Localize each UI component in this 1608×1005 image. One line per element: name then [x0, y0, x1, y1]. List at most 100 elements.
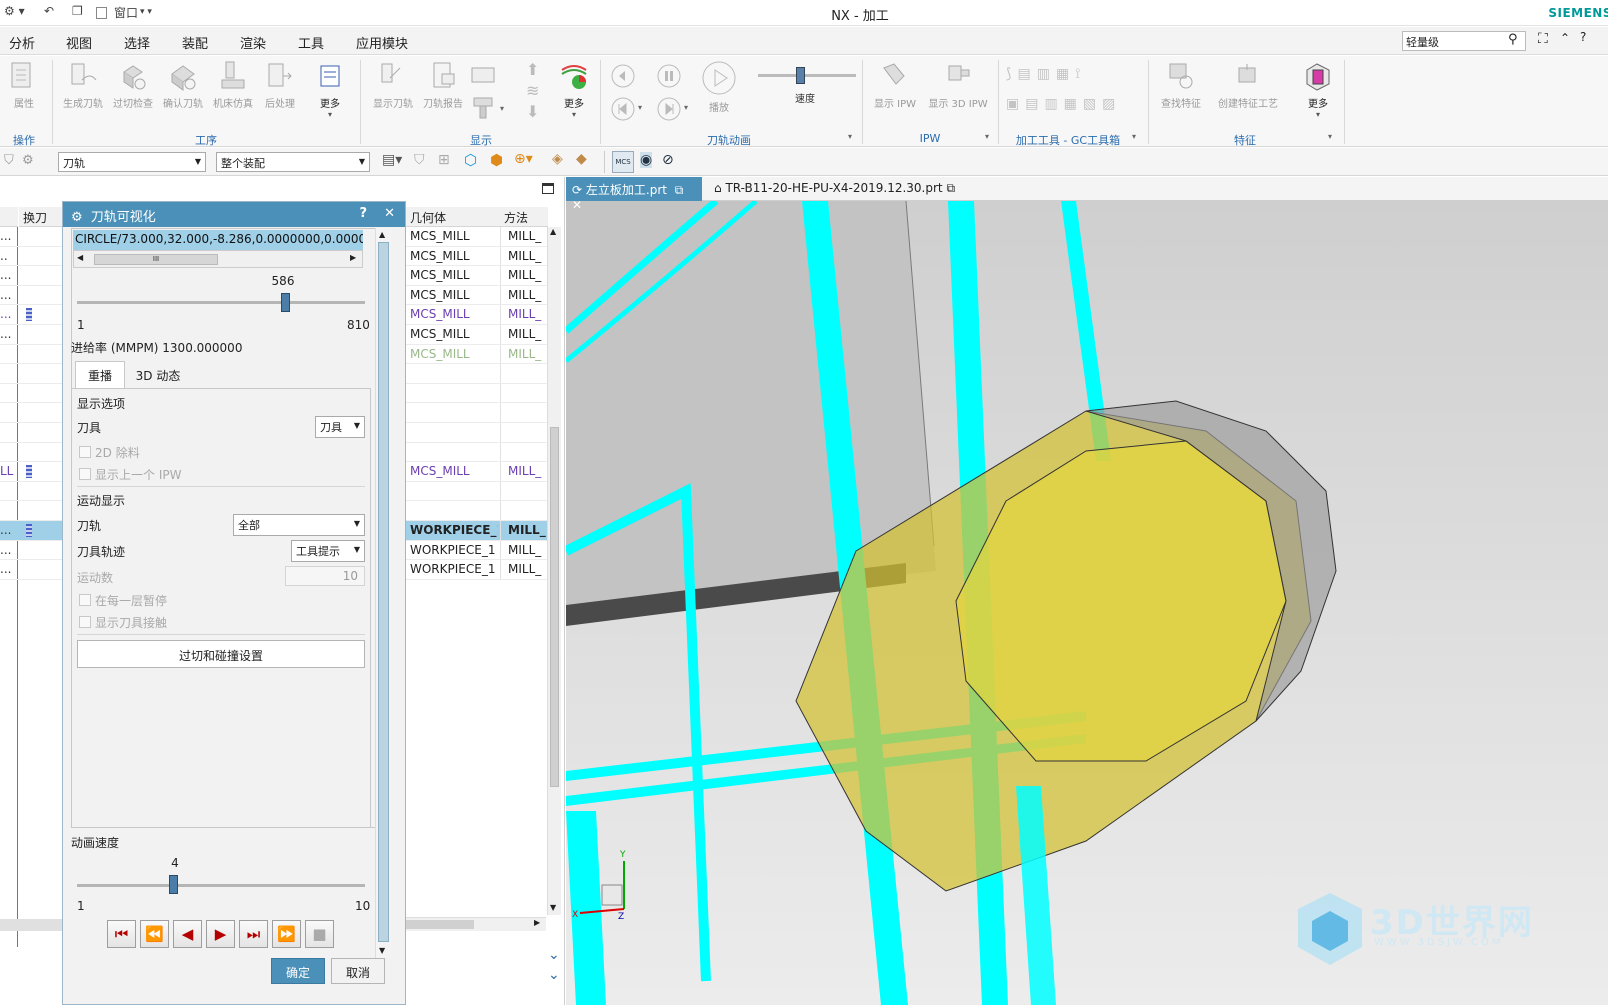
generate-toolpath-button[interactable]: 生成刀轨: [60, 60, 106, 110]
maximize-icon[interactable]: [542, 183, 554, 194]
menu-analysis[interactable]: 分析: [9, 33, 35, 52]
pause-each-layer-checkbox[interactable]: [79, 594, 91, 606]
tool-trace-select[interactable]: 工具提示 ▼: [291, 540, 365, 562]
selection-filter-icon[interactable]: ⛉: [4, 153, 14, 168]
menu-select[interactable]: 选择: [124, 33, 150, 52]
help-button[interactable]: ?: [359, 206, 367, 221]
scroll-right-icon[interactable]: ▶: [350, 253, 356, 262]
dialog-titlebar[interactable]: ⚙ 刀轨可视化 ? ✕: [63, 202, 405, 227]
close-button[interactable]: ✕: [384, 206, 395, 221]
fast-forward-button[interactable]: ⏩: [272, 920, 301, 948]
mcs-toggle-icon[interactable]: MCS: [612, 151, 634, 173]
hide-eye-icon[interactable]: ⊘: [662, 152, 674, 168]
expand-dependencies-icon[interactable]: ⌄: [548, 967, 560, 983]
gc-group-arrow-icon[interactable]: ▾: [1132, 132, 1136, 141]
play-reverse-button[interactable]: ◀: [173, 920, 202, 948]
show-prev-ipw-checkbox[interactable]: [79, 468, 91, 480]
code-hscroll-thumb[interactable]: III: [94, 254, 218, 265]
deselect-icon[interactable]: ⛉: [414, 152, 425, 168]
animation-speed-slider[interactable]: [77, 884, 365, 887]
2d-stock-removal-checkbox[interactable]: [79, 446, 91, 458]
display-grid-icon[interactable]: [470, 62, 498, 88]
postprocess-button[interactable]: 后处理: [260, 60, 300, 110]
code-hscrollbar[interactable]: ◀ III ▶: [73, 250, 363, 268]
menu-view[interactable]: 视图: [66, 33, 92, 52]
step-back-button[interactable]: ⏪: [140, 920, 169, 948]
nav-horizontal-scrollbar[interactable]: ▶: [406, 917, 546, 931]
cancel-button[interactable]: 取消: [331, 958, 385, 984]
group-gc-toolbox-label[interactable]: 加工工具 - GC工具箱: [1002, 132, 1134, 148]
menu-assembly[interactable]: 装配: [182, 33, 208, 52]
pause-icon[interactable]: [656, 63, 682, 89]
tab-3d-dynamic[interactable]: 3D 动态: [127, 364, 189, 388]
rewind-icon[interactable]: [610, 96, 636, 122]
body-icon[interactable]: ◈: [552, 151, 563, 167]
forward-dropdown-icon[interactable]: ▾: [684, 103, 688, 112]
graphics-viewport[interactable]: Y X Z ⟳ 左立板加工.prt ⧉ ✕ ⌂ TR-B11-20-HE-PU-…: [566, 177, 1608, 1005]
create-feature-process-button[interactable]: 创建特征工艺: [1212, 60, 1284, 110]
collapse-ribbon-icon[interactable]: ⌃: [1560, 31, 1570, 45]
more-feature-button[interactable]: 更多 ▾: [1300, 60, 1336, 119]
ok-button[interactable]: 确定: [271, 958, 325, 984]
gouge-collision-settings-button[interactable]: 过切和碰撞设置: [77, 640, 365, 668]
show-toolpath-button[interactable]: 显示刀轨: [370, 60, 416, 110]
column-name[interactable]: [0, 207, 18, 227]
expand-details-icon[interactable]: ⌄: [548, 947, 560, 963]
fullscreen-icon[interactable]: ⛶: [1538, 31, 1548, 47]
filter-icon[interactable]: ▤▾: [382, 152, 402, 168]
group-process-label[interactable]: 工序: [56, 132, 356, 148]
show-ipw-button[interactable]: 显示 IPW: [870, 60, 920, 110]
nav-vertical-scrollbar[interactable]: ▲ ▼: [547, 227, 561, 915]
position-slider-handle[interactable]: [281, 293, 291, 312]
motion-count-input[interactable]: 10: [285, 566, 365, 586]
properties-button[interactable]: 属性: [6, 60, 42, 110]
help-icon[interactable]: ?: [1580, 30, 1586, 44]
scroll-up-icon[interactable]: ▲: [550, 227, 556, 236]
gear-icon[interactable]: ⚙: [71, 210, 83, 225]
scroll-right-icon[interactable]: ▶: [534, 918, 540, 927]
play-button[interactable]: 播放: [696, 60, 742, 114]
position-slider[interactable]: [77, 301, 365, 304]
scroll-down-icon[interactable]: ▼: [550, 903, 556, 912]
show-tool-contact-checkbox[interactable]: [79, 616, 91, 628]
toolpath-display-select[interactable]: 全部 ▼: [233, 514, 365, 536]
verify-toolpath-button[interactable]: 确认刀轨: [160, 60, 206, 110]
rewind-to-start-button[interactable]: ⏮: [107, 920, 136, 948]
cube-icon[interactable]: ⬢: [490, 151, 503, 169]
group-animation-label[interactable]: 刀轨动画: [604, 132, 854, 148]
search-icon[interactable]: ⚲: [1508, 32, 1518, 47]
rewind-dropdown-icon[interactable]: ▾: [638, 103, 642, 112]
part-icon[interactable]: ◆: [576, 151, 587, 167]
scroll-down-icon[interactable]: ▼: [379, 946, 385, 955]
snap-icon[interactable]: ⊕▾: [514, 151, 533, 167]
step-forward-button[interactable]: ⏭: [239, 920, 268, 948]
toolpath-code-line[interactable]: CIRCLE/73.000,32.000,-8.286,0.0000000,0.…: [73, 230, 363, 250]
nav-left-hscroll[interactable]: [0, 919, 62, 931]
move-up-icon[interactable]: ⬆: [526, 60, 539, 79]
tab-close-icon[interactable]: ✕: [572, 198, 582, 212]
tab-replay[interactable]: 重播: [75, 361, 125, 389]
nav-hscroll-thumb[interactable]: [406, 920, 474, 929]
hexagon-icon[interactable]: ⬡: [464, 151, 477, 169]
dialog-scroll-thumb[interactable]: [378, 242, 389, 942]
show-3d-ipw-button[interactable]: 显示 3D IPW: [926, 60, 990, 110]
ipw-group-arrow-icon[interactable]: ▾: [985, 132, 989, 141]
display-tool-icon[interactable]: [470, 96, 498, 122]
group-ipw-label[interactable]: IPW: [866, 132, 994, 145]
type-filter-select[interactable]: 刀轨 ▼: [58, 152, 206, 172]
machine-simulation-button[interactable]: 机床仿真: [210, 60, 256, 110]
nav-scroll-thumb[interactable]: [550, 427, 559, 787]
scope-select[interactable]: 整个装配 ▼: [216, 152, 370, 172]
dialog-scrollbar[interactable]: ▲ ▼: [375, 228, 391, 958]
find-feature-button[interactable]: 查找特征: [1156, 60, 1206, 110]
display-dropdown-icon[interactable]: ▾: [500, 104, 504, 113]
forward-icon[interactable]: [656, 96, 682, 122]
group-display-label[interactable]: 显示: [366, 132, 596, 148]
speed-slider-handle[interactable]: [796, 67, 805, 84]
group-operation-label[interactable]: 操作: [0, 132, 48, 148]
layers-icon[interactable]: ≋: [526, 81, 539, 100]
column-method[interactable]: 方法: [500, 207, 548, 227]
more-process-button[interactable]: 更多 ▾: [312, 60, 348, 119]
scroll-left-icon[interactable]: ◀: [77, 253, 83, 262]
column-geometry[interactable]: 几何体: [406, 207, 500, 227]
